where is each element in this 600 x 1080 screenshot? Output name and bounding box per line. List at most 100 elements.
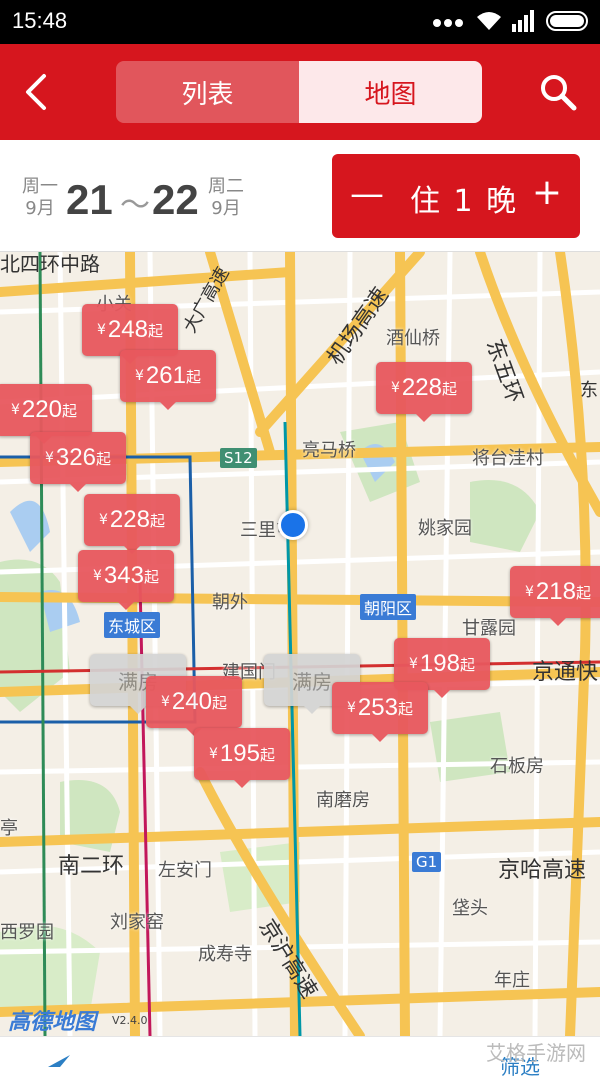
pin-currency: ¥ (93, 568, 102, 584)
road-shield-tag: S12 (220, 448, 257, 468)
place-label: 朝外 (212, 592, 248, 613)
wifi-icon (477, 12, 501, 30)
pin-currency: ¥ (99, 512, 108, 528)
checkin-weekday: 周一 (22, 176, 58, 197)
watermark: 艾格手游网 (486, 1041, 586, 1065)
map-pin-price[interactable]: ¥253 起 (332, 682, 428, 742)
tab-map[interactable]: 地图 (299, 61, 482, 123)
status-bar: 15:48 (0, 0, 600, 44)
search-icon[interactable] (538, 72, 578, 112)
nights-plus-button[interactable]: + (532, 172, 562, 213)
place-label: 甘露园 (462, 618, 516, 639)
bottom-bar: 筛选 艾格手游网 (0, 1036, 600, 1079)
checkout-weekday: 周二 (208, 176, 244, 197)
map-pin-price[interactable]: ¥326 起 (30, 432, 126, 492)
place-label: 西罗园 (0, 922, 54, 943)
place-label: 南磨房 (316, 790, 370, 811)
pin-price: 228 (401, 374, 442, 401)
road-shield-tag: G1 (412, 852, 442, 872)
checkin-day: 21 (66, 176, 113, 223)
pin-suffix: 起 (575, 583, 591, 602)
pin-suffix: 起 (147, 321, 163, 340)
date-separator: ～ (120, 188, 150, 223)
current-location-dot (278, 510, 308, 540)
pin-price: 248 (107, 316, 148, 343)
battery-icon (546, 11, 588, 31)
pin-currency: ¥ (161, 694, 170, 710)
pin-suffix: 起 (95, 449, 111, 468)
pin-suffix: 起 (459, 655, 475, 674)
map-pin-price[interactable]: ¥220 起 (0, 384, 92, 444)
pin-currency: ¥ (347, 700, 356, 716)
place-label: 亮马桥 (302, 440, 356, 461)
nav-bar: 列表 地图 (0, 44, 600, 140)
pin-price: 261 (145, 362, 186, 389)
pin-price: 240 (171, 688, 212, 715)
checkout-day: 22 (152, 176, 199, 223)
navigate-arrow-icon[interactable] (48, 1055, 70, 1067)
map-version: V2.4.0 (112, 1014, 148, 1027)
nights-label: 住 1 晚 (410, 184, 519, 219)
pin-currency: ¥ (97, 322, 106, 338)
map-pin-price[interactable]: ¥195 起 (194, 728, 290, 788)
road-label: 东 (580, 380, 598, 401)
district-tag: 朝阳区 (360, 594, 417, 620)
road-label: 京哈高速 (498, 858, 587, 883)
pin-price: 195 (219, 740, 260, 767)
map-view[interactable]: 小关 酒仙桥 亮马桥 将台洼村 三里屯 姚家园 朝外 甘露园 建国门 石板房 南… (0, 252, 600, 1036)
pin-suffix: 起 (149, 511, 165, 530)
pin-currency: ¥ (525, 584, 534, 600)
checkin-month: 9月 (25, 198, 55, 219)
pin-suffix: 起 (441, 379, 457, 398)
signal-dots-icon (433, 12, 466, 31)
map-pin-price[interactable]: ¥228 起 (84, 494, 180, 554)
place-label: 年庄 (494, 970, 530, 991)
map-pin-price[interactable]: ¥218 起 (510, 566, 600, 626)
back-icon[interactable] (18, 70, 54, 114)
road-label: 京通快 (532, 660, 599, 685)
pin-price: 253 (357, 694, 398, 721)
road-label: 南二环 (58, 854, 125, 879)
pin-currency: ¥ (135, 368, 144, 384)
place-label: 姚家园 (418, 518, 472, 539)
pin-currency: ¥ (11, 402, 20, 418)
pin-price: 228 (109, 506, 150, 533)
pin-price: 198 (419, 650, 460, 677)
checkout-month: 9月 (211, 198, 241, 219)
pin-suffix: 起 (143, 567, 159, 586)
pin-suffix: 起 (259, 745, 275, 764)
place-label: 酒仙桥 (386, 328, 440, 349)
place-label: 亭 (0, 818, 18, 839)
pin-suffix: 起 (397, 699, 413, 718)
map-pin-price[interactable]: ¥343 起 (78, 550, 174, 610)
pin-currency: ¥ (45, 450, 54, 466)
map-pin-price[interactable]: ¥261 起 (120, 350, 216, 410)
place-label: 刘家窑 (110, 912, 164, 933)
tab-list[interactable]: 列表 (116, 61, 299, 123)
place-label: 成寿寺 (198, 944, 252, 965)
pin-price: 218 (535, 578, 576, 605)
pin-suffix: 起 (61, 401, 77, 420)
date-bar: 周一 9月 21 ～ 22 周二 9月 — 住 1 晚 + (0, 140, 600, 252)
pin-suffix: 起 (185, 367, 201, 386)
pin-currency: ¥ (391, 380, 400, 396)
road-label: 北四环中路 (0, 252, 100, 276)
full-label: 满房 (292, 669, 332, 694)
place-label: 左安门 (158, 860, 212, 881)
amap-logo: 高德地图 (8, 1010, 97, 1035)
view-toggle: 列表 地图 (116, 61, 482, 123)
place-label: 将台洼村 (472, 448, 544, 469)
pin-currency: ¥ (209, 746, 218, 762)
map-pin-price[interactable]: ¥248 起 (82, 304, 178, 364)
nights-minus-button[interactable]: — (350, 174, 384, 214)
district-tag: 东城区 (104, 612, 161, 638)
pin-price: 220 (21, 396, 62, 423)
nights-stepper: — 住 1 晚 + (332, 154, 580, 238)
pin-suffix: 起 (211, 693, 227, 712)
pin-price: 326 (55, 444, 96, 471)
map-pin-price[interactable]: ¥228 起 (376, 362, 472, 422)
status-time: 15:48 (12, 8, 68, 33)
map-pin-price[interactable]: ¥240 起 (146, 676, 242, 736)
place-label: 垡头 (452, 898, 488, 919)
place-label: 石板房 (490, 756, 544, 777)
